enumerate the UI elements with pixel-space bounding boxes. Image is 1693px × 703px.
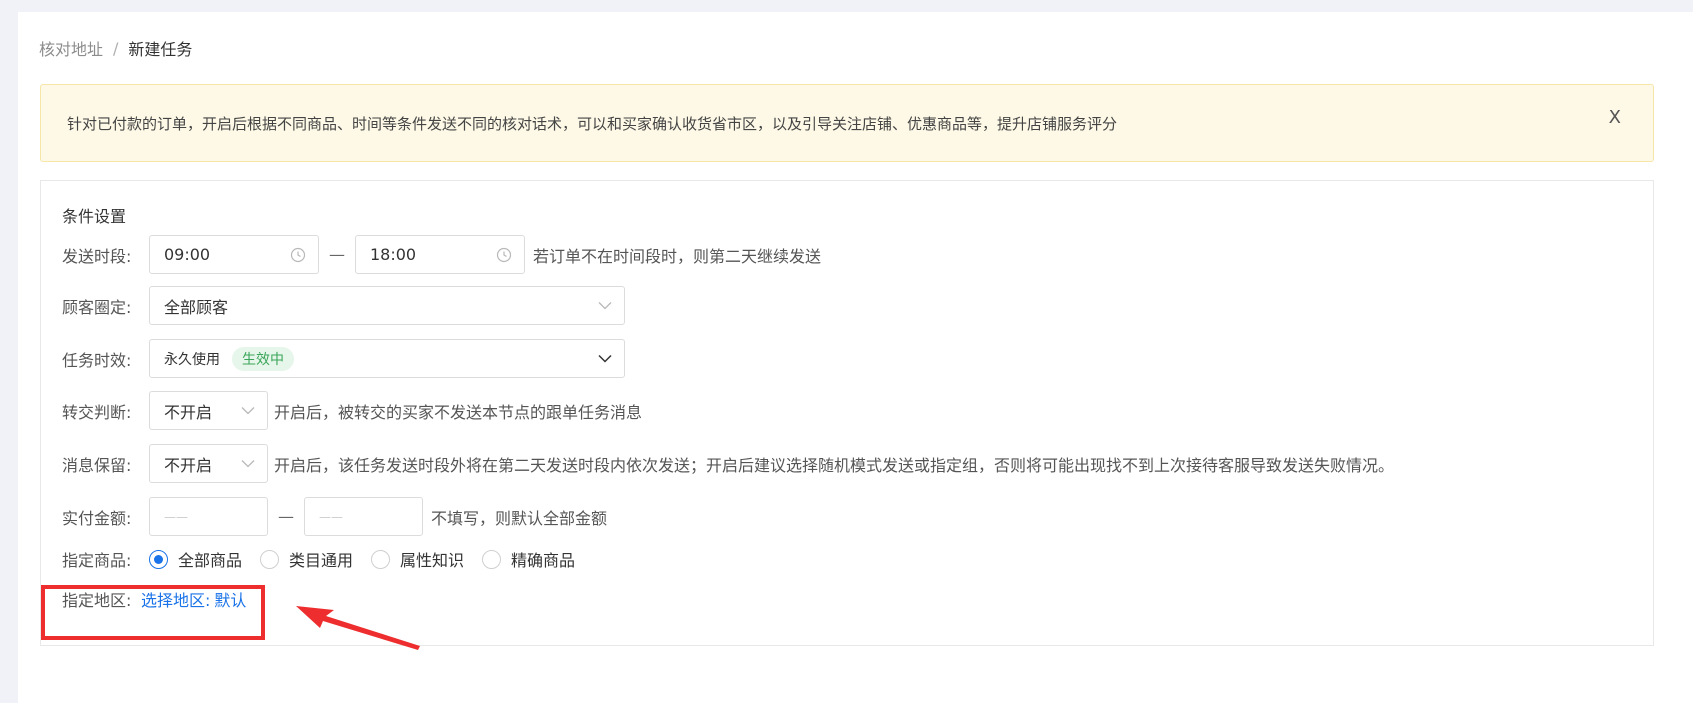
amount-max-placeholder: —— [319, 509, 343, 524]
send-time-hint: 若订单不在时间段时，则第二天继续发送 [533, 246, 822, 266]
radio-attribute-knowledge[interactable]: 属性知识 [371, 547, 464, 571]
radio-unchecked-icon [371, 549, 391, 569]
amount-min-placeholder: —— [164, 509, 188, 524]
radio-label: 属性知识 [400, 551, 465, 570]
amount-hint: 不填写，则默认全部金额 [431, 508, 608, 528]
customer-select[interactable]: 全部顾客 [149, 286, 625, 325]
amount-max-input[interactable]: —— [304, 497, 423, 536]
radio-unchecked-icon [482, 549, 502, 569]
transfer-value: 不开启 [164, 402, 213, 422]
product-label: 指定商品: [62, 551, 132, 570]
send-time-row: 发送时段: 09:00 — 18:00 若订单不在时间段时，则第二天继续发送 [62, 235, 821, 274]
transfer-select[interactable]: 不开启 [149, 391, 268, 430]
chevron-down-icon [241, 459, 255, 468]
info-alert: 针对已付款的订单，开启后根据不同商品、时间等条件发送不同的核对话术，可以和买家确… [40, 84, 1654, 162]
time-range-dash: — [329, 245, 345, 264]
chevron-down-icon [598, 354, 612, 363]
breadcrumb-current: 新建任务 [128, 40, 193, 59]
start-time-input[interactable]: 09:00 [149, 235, 319, 274]
radio-exact-product[interactable]: 精确商品 [482, 547, 575, 571]
send-time-label: 发送时段: [62, 246, 132, 266]
task-validity-value: 永久使用 [164, 351, 220, 368]
chevron-down-icon [241, 406, 255, 415]
alert-text: 针对已付款的订单，开启后根据不同商品、时间等条件发送不同的核对话术，可以和买家确… [67, 114, 1118, 133]
radio-label: 类目通用 [289, 551, 354, 570]
clock-icon [290, 247, 306, 263]
status-badge: 生效中 [232, 346, 294, 371]
task-validity-label: 任务时效: [62, 350, 132, 370]
radio-category-general[interactable]: 类目通用 [260, 547, 353, 571]
transfer-label: 转交判断: [62, 402, 132, 422]
customer-value: 全部顾客 [164, 297, 229, 317]
radio-label: 全部商品 [178, 551, 243, 570]
retain-value: 不开启 [164, 455, 213, 475]
amount-label: 实付金额: [62, 508, 132, 528]
breadcrumb: 核对地址 / 新建任务 [39, 36, 193, 60]
retain-hint: 开启后，该任务发送时段外将在第二天发送时段内依次发送；开启后建议选择随机模式发送… [274, 455, 1395, 475]
product-radio-group: 全部商品 类目通用 属性知识 精确商品 [149, 547, 593, 571]
customer-label: 顾客圈定: [62, 297, 132, 317]
retain-label: 消息保留: [62, 455, 132, 475]
amount-min-input[interactable]: —— [149, 497, 268, 536]
chevron-down-icon [598, 301, 612, 310]
radio-label: 精确商品 [511, 551, 576, 570]
amount-range-dash: — [278, 507, 294, 526]
end-time-input[interactable]: 18:00 [355, 235, 525, 274]
clock-icon [496, 247, 512, 263]
retain-select[interactable]: 不开启 [149, 444, 268, 483]
radio-all-products[interactable]: 全部商品 [149, 547, 242, 571]
breadcrumb-separator: / [113, 38, 119, 58]
transfer-row: 转交判断: 不开启 开启后，被转交的买家不发送本节点的跟单任务消息 [62, 391, 642, 430]
end-time-value: 18:00 [370, 245, 417, 264]
annotation-arrow-icon [296, 606, 420, 650]
page-container: 核对地址 / 新建任务 针对已付款的订单，开启后根据不同商品、时间等条件发送不同… [18, 12, 1693, 703]
condition-panel: 条件设置 发送时段: 09:00 — 18:00 若订单不在时间段时，则第二天继… [40, 180, 1654, 646]
amount-row: 实付金额: —— — —— 不填写，则默认全部金额 [62, 497, 607, 536]
customer-row: 顾客圈定: 全部顾客 [62, 286, 625, 325]
panel-title: 条件设置 [62, 207, 127, 226]
task-validity-select[interactable]: 永久使用 生效中 [149, 339, 625, 378]
product-row: 指定商品: 全部商品 类目通用 属性知识 精确商品 [62, 545, 593, 573]
task-validity-row: 任务时效: 永久使用 生效中 [62, 339, 625, 378]
annotation-highlight-box [41, 585, 265, 640]
retain-row: 消息保留: 不开启 开启后，该任务发送时段外将在第二天发送时段内依次发送；开启后… [62, 444, 1394, 483]
radio-checked-icon [149, 549, 168, 569]
transfer-hint: 开启后，被转交的买家不发送本节点的跟单任务消息 [274, 402, 643, 422]
close-icon[interactable]: X [1609, 109, 1621, 127]
radio-unchecked-icon [260, 549, 280, 569]
breadcrumb-parent[interactable]: 核对地址 [39, 36, 103, 60]
start-time-value: 09:00 [164, 245, 211, 264]
